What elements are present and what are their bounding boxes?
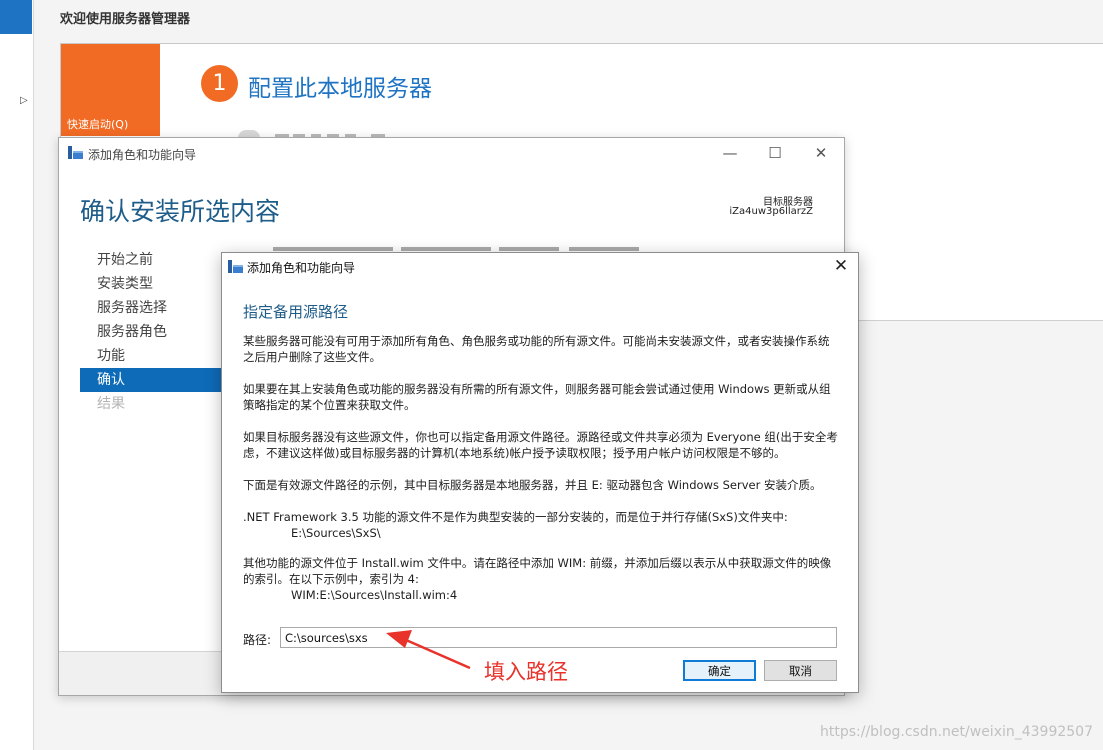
target-server-value: iZa4uw3p6llarzZ <box>729 206 813 217</box>
paragraph: 下面是有效源文件路径的示例，其中目标服务器是本地服务器，并且 E: 驱动器包含 … <box>243 478 822 492</box>
divider <box>843 320 1103 321</box>
path-input[interactable] <box>280 627 837 648</box>
dialog-title: 添加角色和功能向导 <box>247 261 356 275</box>
nav-item-installation-type[interactable]: 安装类型 <box>80 272 225 296</box>
alternate-source-path-dialog: 添加角色和功能向导 ✕ 指定备用源路径 某些服务器可能没有可用于添加所有角色、角… <box>221 252 859 693</box>
nav-item-results: 结果 <box>97 396 125 412</box>
hidden-confirmation-text <box>273 244 653 252</box>
paragraph: 其他功能的源文件位于 Install.wim 文件中。请在路径中添加 WIM: … <box>243 555 839 603</box>
paragraph-text: .NET Framework 3.5 功能的源文件不是作为典型安装的一部分安装的… <box>243 510 788 524</box>
ok-button[interactable]: 确定 <box>683 660 756 681</box>
maximize-icon[interactable]: ☐ <box>752 138 798 168</box>
watermark: https://blog.csdn.net/weixin_43992507 <box>819 724 1093 740</box>
configure-local-server-link[interactable]: 配置此本地服务器 <box>248 69 432 103</box>
sidebar-dashboard-highlight[interactable] <box>0 0 32 34</box>
example-path: E:\Sources\SxS\ <box>291 526 381 540</box>
server-manager-app-icon <box>228 260 243 273</box>
server-manager-sidebar: ▷ <box>0 0 34 750</box>
path-label: 路径: <box>243 633 272 647</box>
annotation-label: 填入路径 <box>484 660 568 684</box>
paragraph: .NET Framework 3.5 功能的源文件不是作为典型安装的一部分安装的… <box>243 509 839 541</box>
wizard-step-nav: 开始之前 安装类型 服务器选择 服务器角色 功能 确认 结果 <box>80 248 225 416</box>
close-icon[interactable]: ✕ <box>824 253 858 280</box>
wizard-window-title: 添加角色和功能向导 <box>88 148 197 162</box>
nav-item-server-selection[interactable]: 服务器选择 <box>80 296 225 320</box>
close-icon[interactable]: ✕ <box>798 138 844 168</box>
expand-arrow-icon[interactable]: ▷ <box>20 95 28 106</box>
nav-item-confirmation[interactable]: 确认 <box>80 368 225 392</box>
nav-item-before-you-begin[interactable]: 开始之前 <box>80 248 225 272</box>
paragraph-text: 其他功能的源文件位于 Install.wim 文件中。请在路径中添加 WIM: … <box>243 556 832 586</box>
minimize-icon[interactable]: — <box>707 138 753 168</box>
nav-item-server-roles[interactable]: 服务器角色 <box>80 320 225 344</box>
nav-item-features[interactable]: 功能 <box>80 344 225 368</box>
welcome-title: 欢迎使用服务器管理器 <box>60 12 191 27</box>
server-manager-app-icon <box>68 146 83 159</box>
wizard-titlebar[interactable]: 添加角色和功能向导 — ☐ ✕ <box>59 138 844 168</box>
cancel-button[interactable]: 取消 <box>764 660 837 681</box>
example-path: WIM:E:\Sources\Install.wim:4 <box>291 588 458 602</box>
paragraph: 某些服务器可能没有可用于添加所有角色、角色服务或功能的所有源文件。可能尚未安装源… <box>243 334 830 364</box>
quick-start-tile[interactable]: 快速启动(Q) <box>61 44 160 136</box>
dialog-body: 某些服务器可能没有可用于添加所有角色、角色服务或功能的所有源文件。可能尚未安装源… <box>243 333 839 619</box>
dialog-heading: 指定备用源路径 <box>243 303 349 321</box>
paragraph: 如果要在其上安装角色或功能的服务器没有所需的所有源文件，则服务器可能会尝试通过使… <box>243 382 831 412</box>
paragraph: 如果目标服务器没有这些源文件，你也可以指定备用源文件路径。源路径或文件共享必须为… <box>243 430 838 460</box>
page-title: 确认安装所选内容 <box>80 197 281 226</box>
step-number-badge: 1 <box>201 65 238 102</box>
quick-start-label: 快速启动(Q) <box>67 118 129 131</box>
